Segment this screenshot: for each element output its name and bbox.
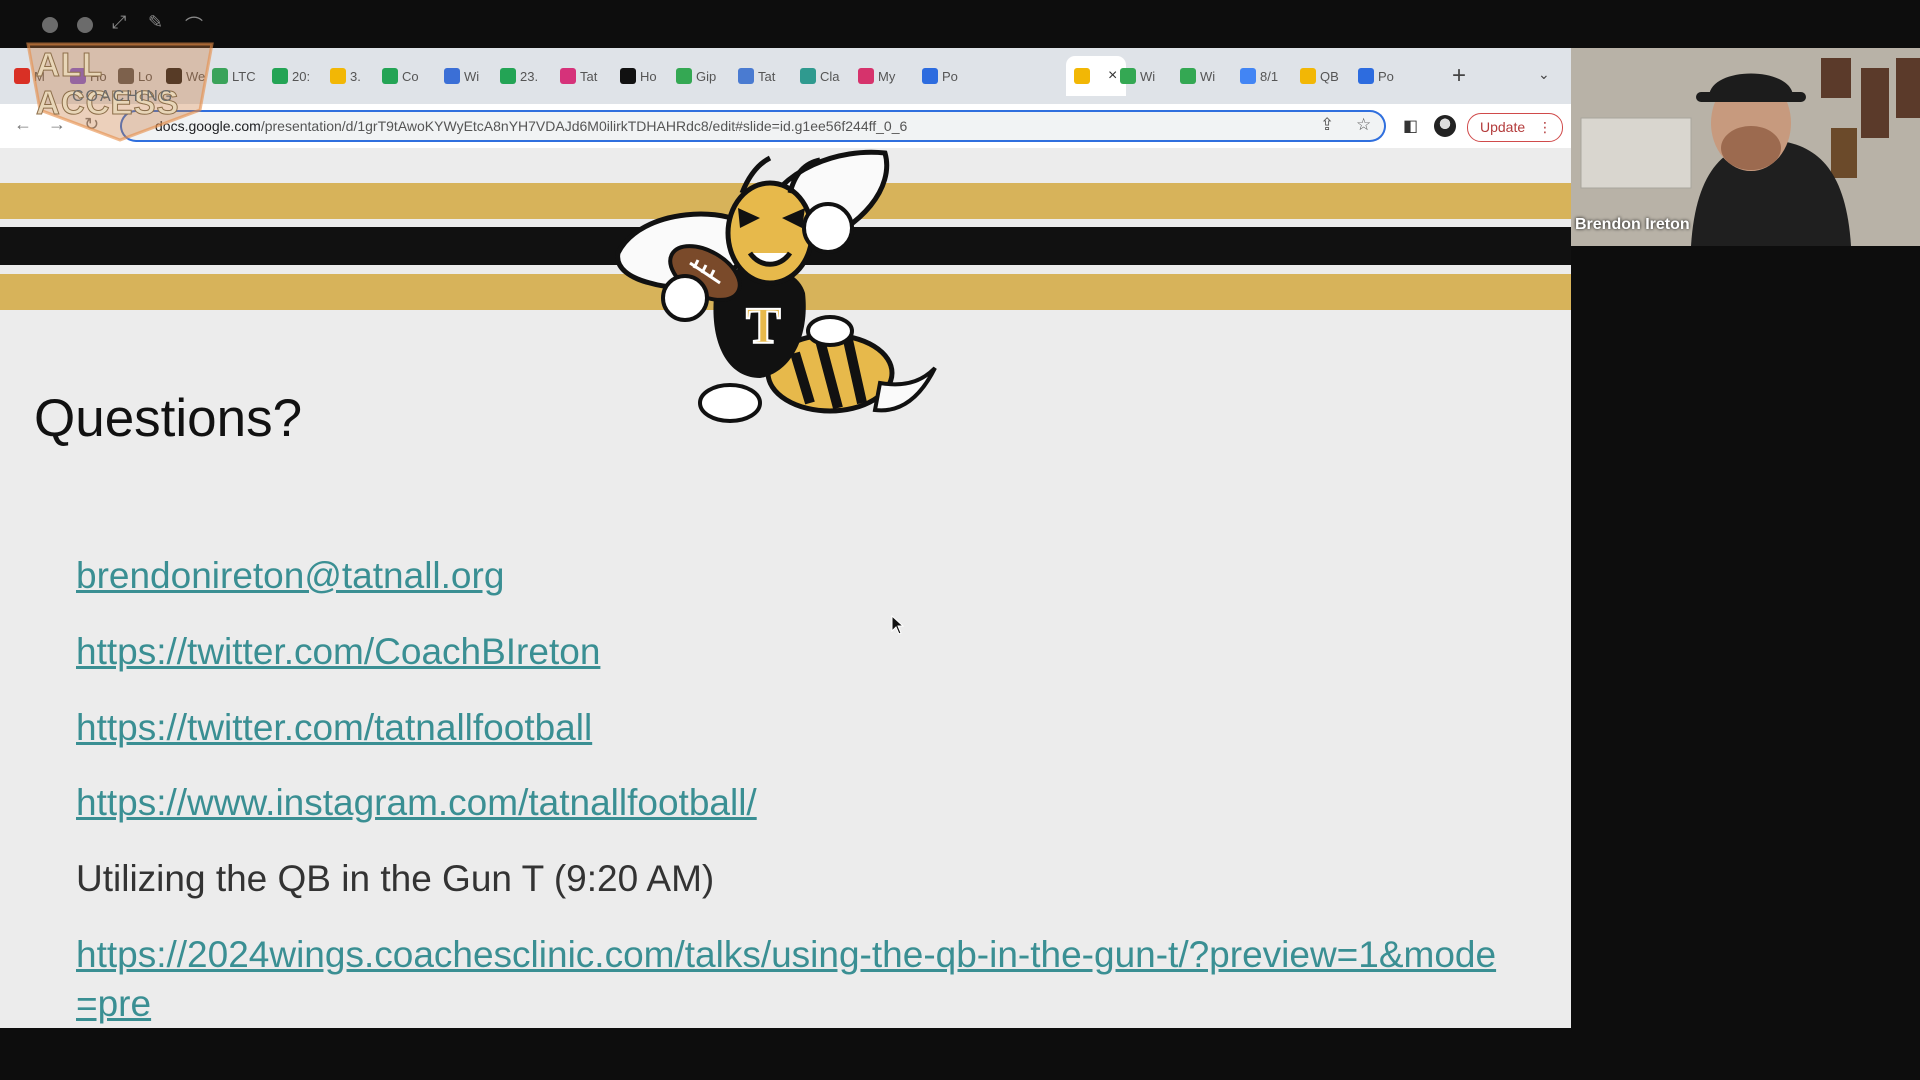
new-tab-button[interactable]: + (1452, 62, 1466, 90)
update-button[interactable]: Update ⋮ (1467, 113, 1563, 142)
browser-tab[interactable]: My (858, 64, 908, 88)
participant-video-tile[interactable]: Brendon Ireton (1571, 48, 1920, 246)
browser-tab[interactable]: QB (1300, 64, 1350, 88)
bottom-black-band (0, 1028, 1571, 1080)
tab-favicon-icon (1120, 68, 1136, 84)
expand-icon[interactable]: ⤢ (112, 12, 126, 33)
browser-tab[interactable]: × (1074, 64, 1120, 88)
kebab-menu-icon[interactable]: ⋮ (1526, 114, 1552, 141)
tab-favicon-icon (676, 68, 692, 84)
right-black-panel (1571, 246, 1920, 1080)
window-minimize-dot[interactable] (77, 17, 93, 33)
clinic-talk-link[interactable]: https://2024wings.coachesclinic.com/talk… (76, 930, 1516, 1028)
tab-favicon-icon (1300, 68, 1316, 84)
tab-label: Tat (758, 68, 776, 84)
tab-favicon-icon (738, 68, 754, 84)
browser-tab[interactable]: 20: (272, 64, 322, 88)
all-access-coaching-watermark: ALL ACCESS COACHING (22, 40, 218, 142)
arc-icon[interactable]: ⌒ (185, 12, 203, 38)
tab-favicon-icon (620, 68, 636, 84)
browser-tab[interactable]: 8/1 (1240, 64, 1290, 88)
tab-label: Wi (1140, 68, 1156, 84)
window-close-dot[interactable] (42, 17, 58, 33)
browser-tab[interactable]: Co (382, 64, 432, 88)
tab-label: 20: (292, 68, 311, 84)
browser-tab[interactable]: 23. (500, 64, 550, 88)
update-label: Update (1480, 119, 1526, 135)
tab-close-icon[interactable]: × (1108, 67, 1117, 85)
watermark-title: ALL ACCESS (36, 46, 180, 122)
tab-label: Po (1378, 68, 1394, 84)
slide-title: Questions? (34, 389, 303, 448)
tab-label: Po (942, 68, 958, 84)
profile-avatar[interactable] (1434, 115, 1456, 137)
tab-label: Co (402, 68, 419, 84)
tab-favicon-icon (382, 68, 398, 84)
tab-favicon-icon (1180, 68, 1196, 84)
mouse-cursor-icon (891, 615, 905, 635)
browser-tab[interactable]: Tat (560, 64, 610, 88)
tab-label: Wi (464, 68, 480, 84)
tab-label: Wi (1200, 68, 1216, 84)
tab-favicon-icon (922, 68, 938, 84)
address-bar[interactable]: docs.google.com/presentation/d/1grT9tAwo… (120, 110, 1386, 142)
mascot-letter: T (746, 298, 781, 355)
browser-tab[interactable]: LTC (212, 64, 262, 88)
tab-favicon-icon (500, 68, 516, 84)
url-text[interactable]: docs.google.com/presentation/d/1grT9tAwo… (155, 118, 907, 134)
browser-tab[interactable]: Gip (676, 64, 726, 88)
tab-favicon-icon (444, 68, 460, 84)
session-title-text: Utilizing the QB in the Gun T (9:20 AM) (76, 858, 715, 899)
tab-favicon-icon (560, 68, 576, 84)
hornet-mascot-image: T (615, 149, 937, 423)
tab-label: QB (1320, 68, 1339, 84)
tab-label: Gip (696, 68, 717, 84)
browser-tab[interactable]: 3. (330, 64, 380, 88)
tab-label: My (878, 68, 896, 84)
share-icon[interactable]: ⇪ (1320, 115, 1334, 135)
pen-icon[interactable]: ✎ (148, 12, 163, 33)
browser-tab[interactable]: Tat (738, 64, 788, 88)
browser-tab[interactable]: Po (922, 64, 972, 88)
tab-favicon-icon (272, 68, 288, 84)
browser-tab[interactable]: Wi (444, 64, 494, 88)
tab-label: 8/1 (1260, 68, 1279, 84)
tab-favicon-icon (858, 68, 874, 84)
tab-label: Ho (640, 68, 657, 84)
participant-name-label: Brendon Ireton (1575, 216, 1690, 233)
browser-window: MHoLoWeLTC20:3.CoWi23.TatHoGipTatClaMyPo… (0, 48, 1571, 1028)
browser-tab[interactable]: Ho (620, 64, 670, 88)
tab-label: 23. (520, 68, 539, 84)
mac-menu-strip: ⤢ ✎ ⌒ (0, 0, 1920, 48)
email-link[interactable]: brendonireton@tatnall.org (76, 555, 504, 597)
watermark-subtitle: COACHING (72, 88, 175, 105)
twitter-team-link[interactable]: https://twitter.com/tatnallfootball (76, 707, 592, 749)
browser-tab[interactable]: Wi (1120, 64, 1170, 88)
instagram-link[interactable]: https://www.instagram.com/tatnallfootbal… (76, 782, 757, 824)
tab-favicon-icon (1358, 68, 1374, 84)
slide-canvas: T Questions? brendonireton@tatnall.org h… (0, 148, 1571, 1028)
browser-tab[interactable]: Po (1358, 64, 1408, 88)
url-path: /presentation/d/1grT9tAwoKYWyEtcA8nYH7VD… (260, 118, 908, 134)
twitter-coach-link[interactable]: https://twitter.com/CoachBIreton (76, 631, 600, 673)
bookmark-star-icon[interactable]: ☆ (1356, 115, 1371, 135)
side-panel-icon[interactable]: ◧ (1403, 116, 1418, 136)
tab-label: 3. (350, 68, 361, 84)
tab-favicon-icon (800, 68, 816, 84)
tab-search-chevron-icon[interactable]: ⌄ (1538, 66, 1550, 83)
tab-favicon-icon (1240, 68, 1256, 84)
tab-favicon-icon (1074, 68, 1090, 84)
tab-label: LTC (232, 68, 256, 84)
browser-tab[interactable]: Wi (1180, 64, 1230, 88)
tab-favicon-icon (330, 68, 346, 84)
browser-toolbar: ← → ↻ docs.google.com/presentation/d/1gr… (0, 104, 1571, 148)
browser-tab[interactable]: Cla (800, 64, 850, 88)
tab-label: Cla (820, 68, 840, 84)
tab-strip: MHoLoWeLTC20:3.CoWi23.TatHoGipTatClaMyPo… (0, 48, 1571, 104)
tab-label: Tat (580, 68, 598, 84)
